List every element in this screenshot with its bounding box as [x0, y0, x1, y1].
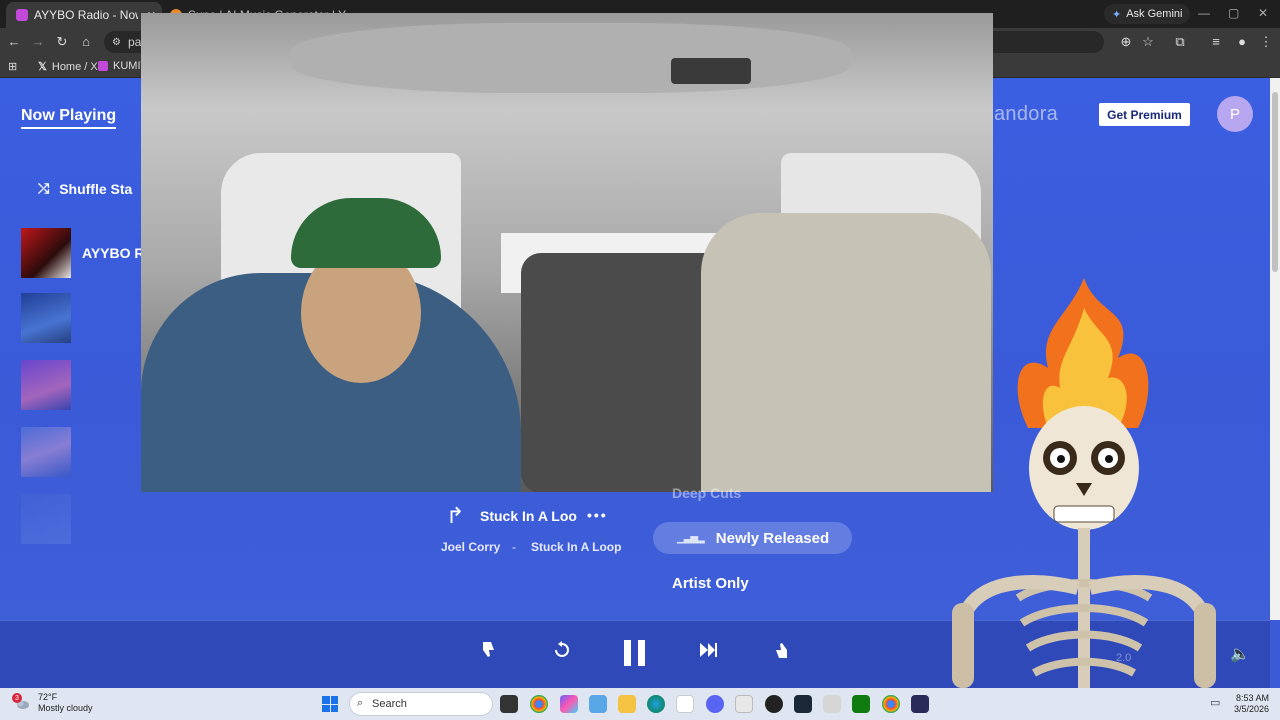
url-text: pa — [128, 35, 142, 49]
extensions-icon[interactable]: ⧉ — [1172, 34, 1188, 50]
bookmark-label: Home / X — [51, 60, 98, 73]
webcam-video-overlay[interactable] — [141, 13, 993, 492]
station-art-4[interactable] — [21, 427, 71, 477]
shuffle-icon: ⤮ — [38, 180, 50, 196]
kumite-favicon-icon — [98, 61, 108, 71]
photos-icon[interactable] — [589, 695, 607, 713]
app-icon[interactable] — [823, 695, 841, 713]
reading-list-icon[interactable]: ≡ — [1208, 34, 1224, 49]
replay-icon[interactable] — [548, 640, 576, 666]
pause-button[interactable] — [624, 640, 646, 666]
battery-icon[interactable]: ▭ — [1210, 696, 1220, 709]
page-scrollbar[interactable] — [1270, 78, 1280, 620]
copilot-icon[interactable] — [560, 695, 578, 713]
clock-date: 3/5/2026 — [1234, 704, 1270, 714]
pause-bar-icon — [638, 640, 645, 666]
song-title[interactable]: Stuck In A Loo — [480, 508, 577, 524]
get-premium-button[interactable]: Get Premium — [1099, 103, 1190, 126]
store-icon[interactable] — [676, 695, 694, 713]
chrome-icon[interactable] — [530, 695, 548, 713]
apps-grid-icon[interactable]: ⊞ — [8, 60, 17, 73]
station-art-5[interactable] — [21, 494, 71, 544]
maximize-icon[interactable]: ▢ — [1228, 6, 1239, 20]
profile-icon[interactable]: ● — [1234, 34, 1250, 49]
app-icon-2[interactable] — [911, 695, 929, 713]
tab-ayybo-radio[interactable]: AYYBO Radio - Now Playing ✕ — [6, 2, 162, 28]
windows-taskbar: 3 72°F Mostly cloudy ⌕ Search ▭ 8:53 AM … — [0, 688, 1280, 720]
bookmark-star-icon[interactable]: ☆ — [1140, 34, 1156, 50]
more-options-icon[interactable]: ••• — [587, 507, 608, 523]
site-info-icon[interactable]: ⚙ — [112, 37, 121, 48]
obs-icon[interactable] — [765, 695, 783, 713]
ask-gemini-button[interactable]: ✦ Ask Gemini — [1104, 4, 1191, 24]
file-explorer-icon[interactable] — [618, 695, 636, 713]
mode-deep-cuts[interactable]: Deep Cuts — [672, 485, 741, 501]
x-logo-icon: 𝕏 — [38, 61, 47, 73]
equalizer-icon: ▁▃▅▂ — [677, 532, 705, 544]
volume-icon[interactable]: 🔈 — [1230, 644, 1250, 664]
windows-start-icon[interactable] — [322, 696, 338, 712]
edge-icon[interactable] — [647, 695, 665, 713]
tab-now-playing[interactable]: Now Playing — [21, 107, 117, 129]
thumbs-up-icon[interactable] — [767, 640, 795, 666]
station-art-3[interactable] — [21, 360, 71, 410]
chrome-active-icon[interactable] — [882, 695, 900, 713]
xbox-icon[interactable] — [852, 695, 870, 713]
zoom-icon[interactable]: ⊕ — [1118, 34, 1134, 50]
search-icon: ⌕ — [357, 697, 364, 709]
thumbs-down-icon[interactable] — [475, 640, 503, 666]
avatar[interactable]: P — [1217, 96, 1253, 132]
weather-condition: Mostly cloudy — [38, 703, 93, 713]
discord-icon[interactable] — [706, 695, 724, 713]
close-window-icon[interactable]: ✕ — [1258, 6, 1268, 20]
mode-artist-only[interactable]: Artist Only — [672, 575, 749, 592]
snipping-tool-icon[interactable] — [735, 695, 753, 713]
notification-badge: 3 — [12, 693, 22, 703]
share-icon[interactable]: ↱ — [446, 503, 464, 529]
flaming-skeleton-overlay — [952, 278, 1216, 688]
weather-widget[interactable]: 3 72°F Mostly cloudy — [12, 692, 93, 714]
forward-icon[interactable]: → — [30, 34, 46, 49]
bookmark-home-x[interactable]: 𝕏 Home / X — [38, 60, 98, 74]
pause-bar-icon — [624, 640, 631, 666]
pandora-favicon-icon — [16, 9, 28, 21]
mode-newly-released[interactable]: ▁▃▅▂ Newly Released — [653, 522, 852, 554]
shuffle-stations-button[interactable]: ⤮ Shuffle Sta — [38, 180, 132, 197]
weather-cloud-icon: 3 — [12, 693, 30, 711]
separator: - — [512, 540, 516, 554]
task-view-icon[interactable] — [500, 695, 518, 713]
reload-icon[interactable]: ↻ — [54, 34, 70, 50]
back-icon[interactable]: ← — [6, 34, 22, 49]
ask-gemini-label: Ask Gemini — [1126, 8, 1183, 20]
tab-title: AYYBO Radio - Now Playing — [34, 8, 138, 22]
clock-time: 8:53 AM — [1236, 693, 1270, 703]
home-icon[interactable]: ⌂ — [78, 34, 94, 49]
skip-next-icon[interactable] — [694, 640, 722, 666]
shuffle-label: Shuffle Sta — [59, 180, 133, 197]
minimize-icon[interactable]: — — [1198, 6, 1210, 20]
rearview-mirror — [671, 58, 751, 84]
pandora-logo[interactable]: andora — [994, 103, 1058, 126]
temperature: 72°F — [38, 692, 58, 702]
car-ceiling — [291, 23, 851, 93]
steam-icon[interactable] — [794, 695, 812, 713]
album-name[interactable]: Stuck In A Loop — [531, 540, 621, 554]
browser-menu-icon[interactable]: ⋮ — [1258, 34, 1274, 50]
scrollbar-thumb[interactable] — [1272, 92, 1278, 272]
station-name[interactable]: AYYBO R — [82, 245, 145, 261]
station-art-2[interactable] — [21, 293, 71, 343]
gemini-sparkle-icon: ✦ — [1112, 8, 1122, 21]
artist-name[interactable]: Joel Corry — [441, 540, 500, 554]
taskbar-search-input[interactable]: ⌕ Search — [349, 692, 493, 716]
station-art-ayybo[interactable] — [21, 228, 71, 278]
system-clock[interactable]: 8:53 AM 3/5/2026 — [1234, 693, 1269, 715]
mode-label: Newly Released — [715, 529, 830, 547]
search-placeholder: Search — [372, 698, 407, 710]
